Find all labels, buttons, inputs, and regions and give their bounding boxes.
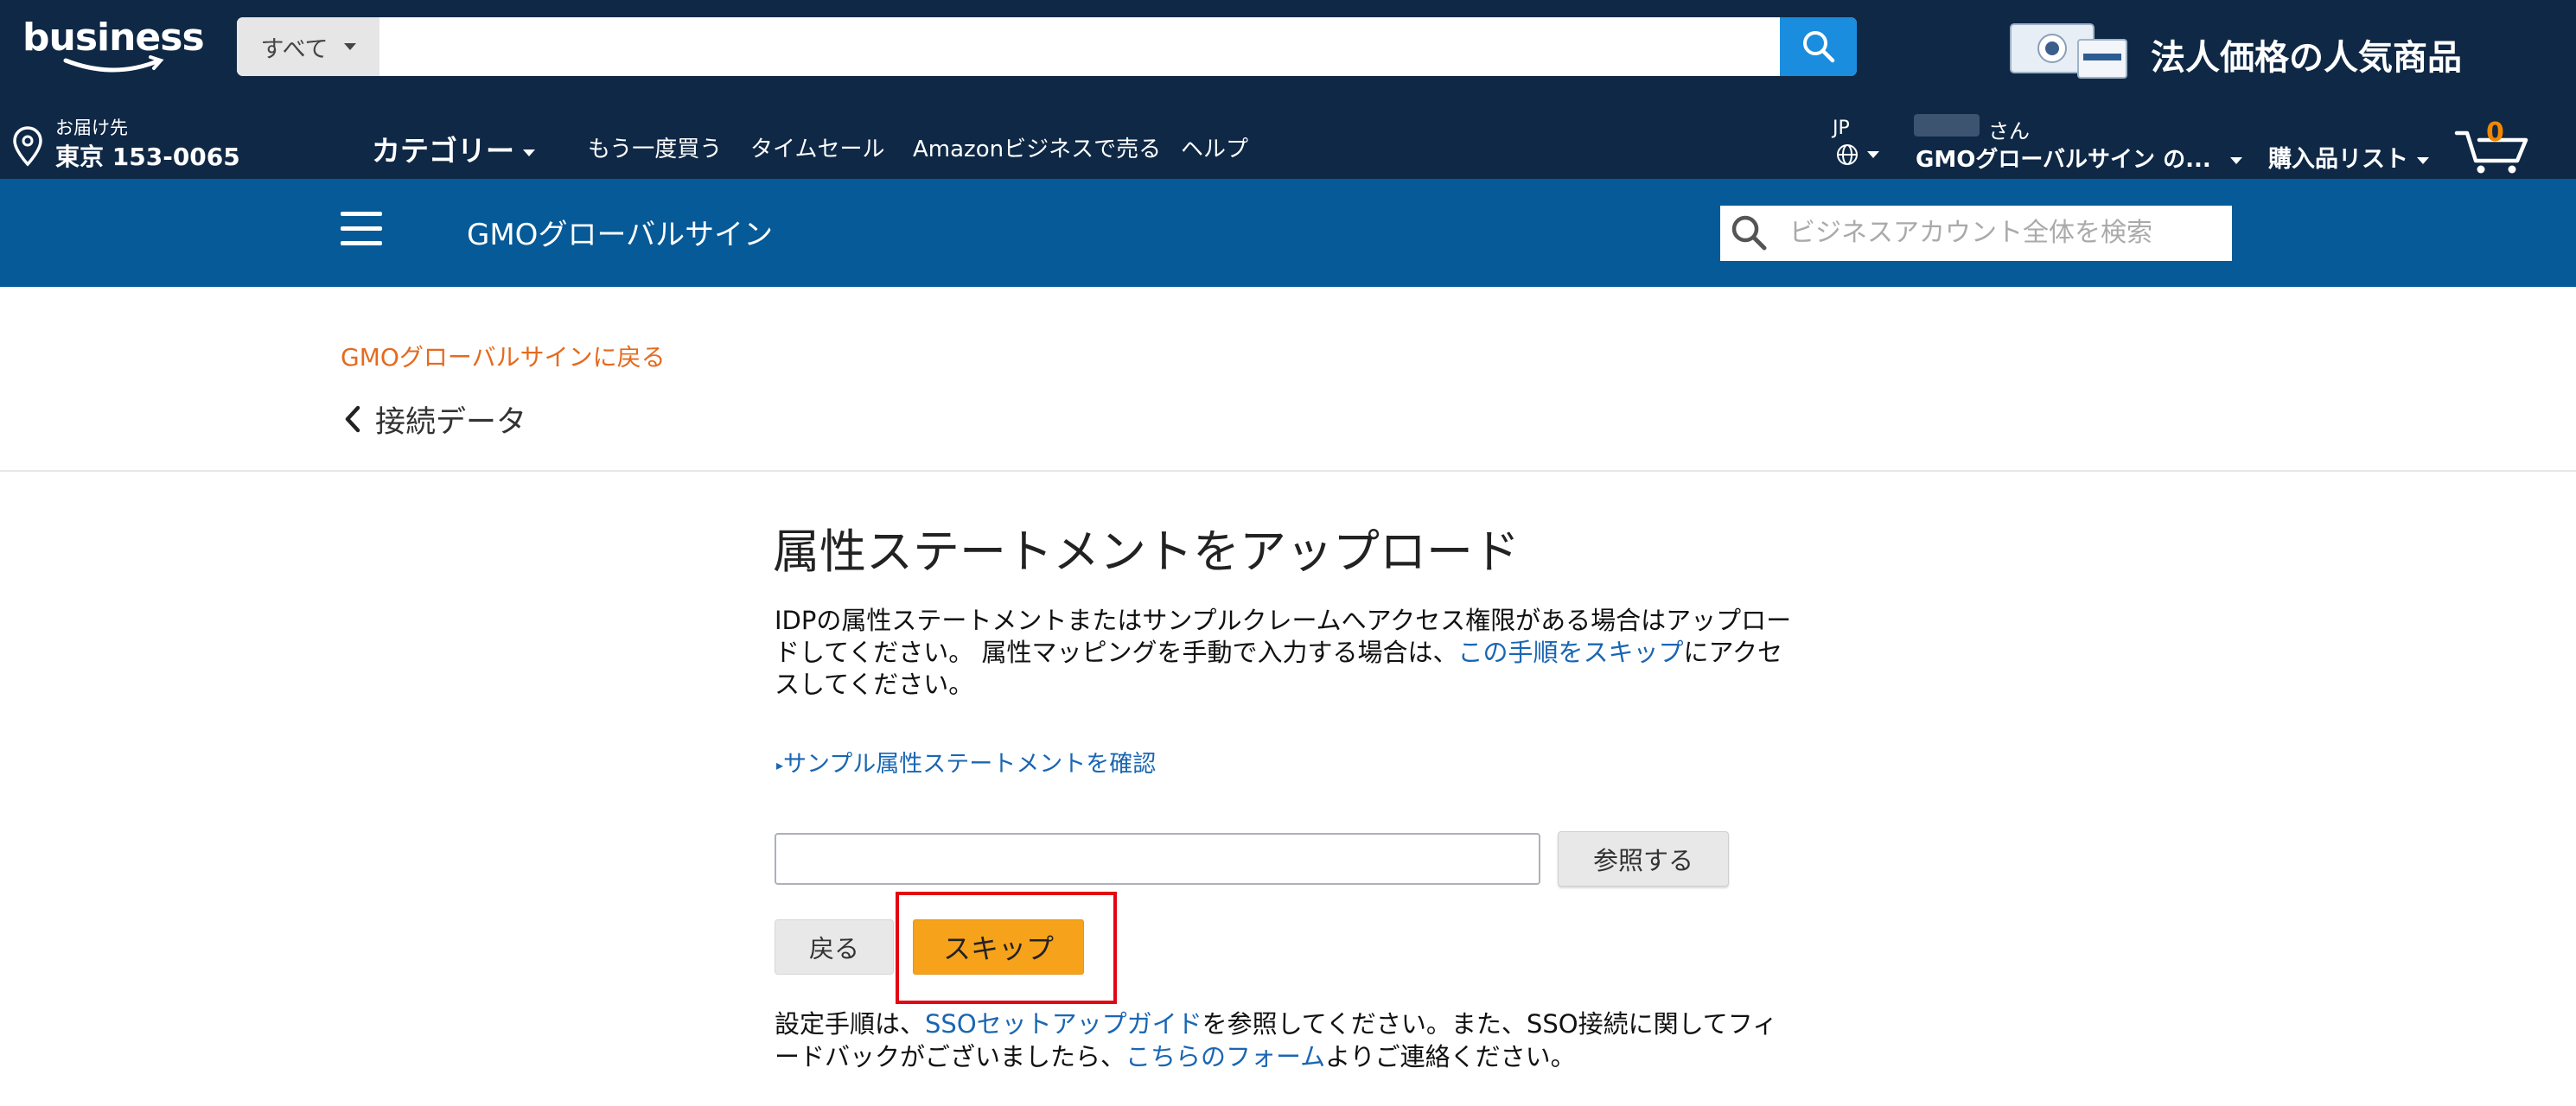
file-path-input[interactable] — [775, 833, 1540, 885]
chevron-down-icon — [343, 43, 356, 50]
search-button[interactable] — [1780, 17, 1857, 76]
triangle-right-icon: ▸ — [776, 757, 784, 773]
search-icon — [1731, 215, 1767, 251]
business-account-title: GMOグローバルサイン — [467, 218, 774, 252]
search-department-label: すべて — [260, 35, 328, 63]
sample-statement-expander[interactable]: ▸サンプル属性ステートメントを確認 — [776, 745, 1156, 779]
chevron-down-icon — [523, 149, 535, 156]
category-label: カテゴリー — [372, 134, 514, 168]
globe-icon — [1837, 144, 1858, 165]
business-card-icon — [2010, 23, 2127, 79]
promo-text[interactable]: 法人価格の人気商品 — [2151, 29, 2462, 79]
cart-count-badge: 0 — [2486, 118, 2504, 148]
note-text: 設定手順は、 — [775, 1009, 926, 1039]
skip-button-highlight — [896, 892, 1117, 1004]
nav-sell-on-amazon-business[interactable]: Amazonビジネスで売る — [913, 131, 1161, 163]
back-button[interactable]: 戻る — [775, 919, 894, 975]
chevron-down-icon — [2229, 156, 2242, 164]
location-pin-icon — [13, 126, 42, 167]
nav-help[interactable]: ヘルプ — [1181, 131, 1248, 163]
upload-description: IDPの属性ステートメントまたはサンプルクレームへアクセス権限がある場合はアップ… — [775, 605, 1795, 701]
business-search-input[interactable] — [1776, 206, 2232, 261]
nav-time-sale[interactable]: タイムセール — [750, 131, 884, 163]
language-label[interactable]: JP — [1833, 118, 1850, 139]
chevron-down-icon — [2417, 156, 2429, 164]
hamburger-menu-icon[interactable] — [341, 212, 382, 246]
category-menu[interactable]: カテゴリー — [372, 128, 535, 169]
search-input[interactable] — [379, 17, 1780, 76]
account-menu[interactable]: GMOグローバルサイン の... — [1916, 142, 2242, 174]
purchase-list-menu[interactable]: 購入品リスト — [2268, 140, 2429, 174]
purchase-list-label: 購入品リスト — [2268, 146, 2408, 173]
language-selector[interactable] — [1836, 143, 1879, 166]
search-department-dropdown[interactable]: すべて — [237, 17, 379, 76]
back-to-account-link[interactable]: GMOグローバルサインに戻る — [341, 339, 666, 373]
breadcrumb-current[interactable]: 接続データ — [375, 397, 526, 442]
section-divider — [0, 470, 2576, 472]
delivery-location-value[interactable]: 東京 153-0065 — [55, 138, 240, 173]
account-greeting: さん — [1988, 119, 2030, 143]
delivery-location-label[interactable]: お届け先 — [55, 114, 128, 140]
feedback-form-link[interactable]: こちらのフォーム — [1125, 1042, 1325, 1071]
browse-button[interactable]: 参照する — [1558, 831, 1729, 887]
page-title: 属性ステートメントをアップロード — [773, 524, 1520, 579]
skip-step-link[interactable]: この手順をスキップ — [1457, 638, 1683, 667]
blurred-user-name — [1914, 114, 1980, 137]
chevron-down-icon — [1867, 151, 1879, 158]
sample-statement-link: サンプル属性ステートメントを確認 — [783, 751, 1157, 778]
setup-guide-note: 設定手順は、SSOセットアップガイドを参照してください。また、SSO接続に関して… — [775, 1007, 1795, 1073]
nav-buy-again[interactable]: もう一度買う — [588, 131, 722, 163]
sso-setup-guide-link[interactable]: SSOセットアップガイド — [925, 1009, 1202, 1039]
chevron-left-icon[interactable] — [342, 404, 365, 434]
note-text: よりご連絡ください。 — [1325, 1042, 1576, 1071]
amazon-smile-icon — [63, 55, 164, 73]
search-icon — [1802, 31, 1834, 63]
amazon-business-logo[interactable]: business — [22, 16, 205, 60]
account-name-label: GMOグローバルサイン の... — [1916, 147, 2211, 173]
